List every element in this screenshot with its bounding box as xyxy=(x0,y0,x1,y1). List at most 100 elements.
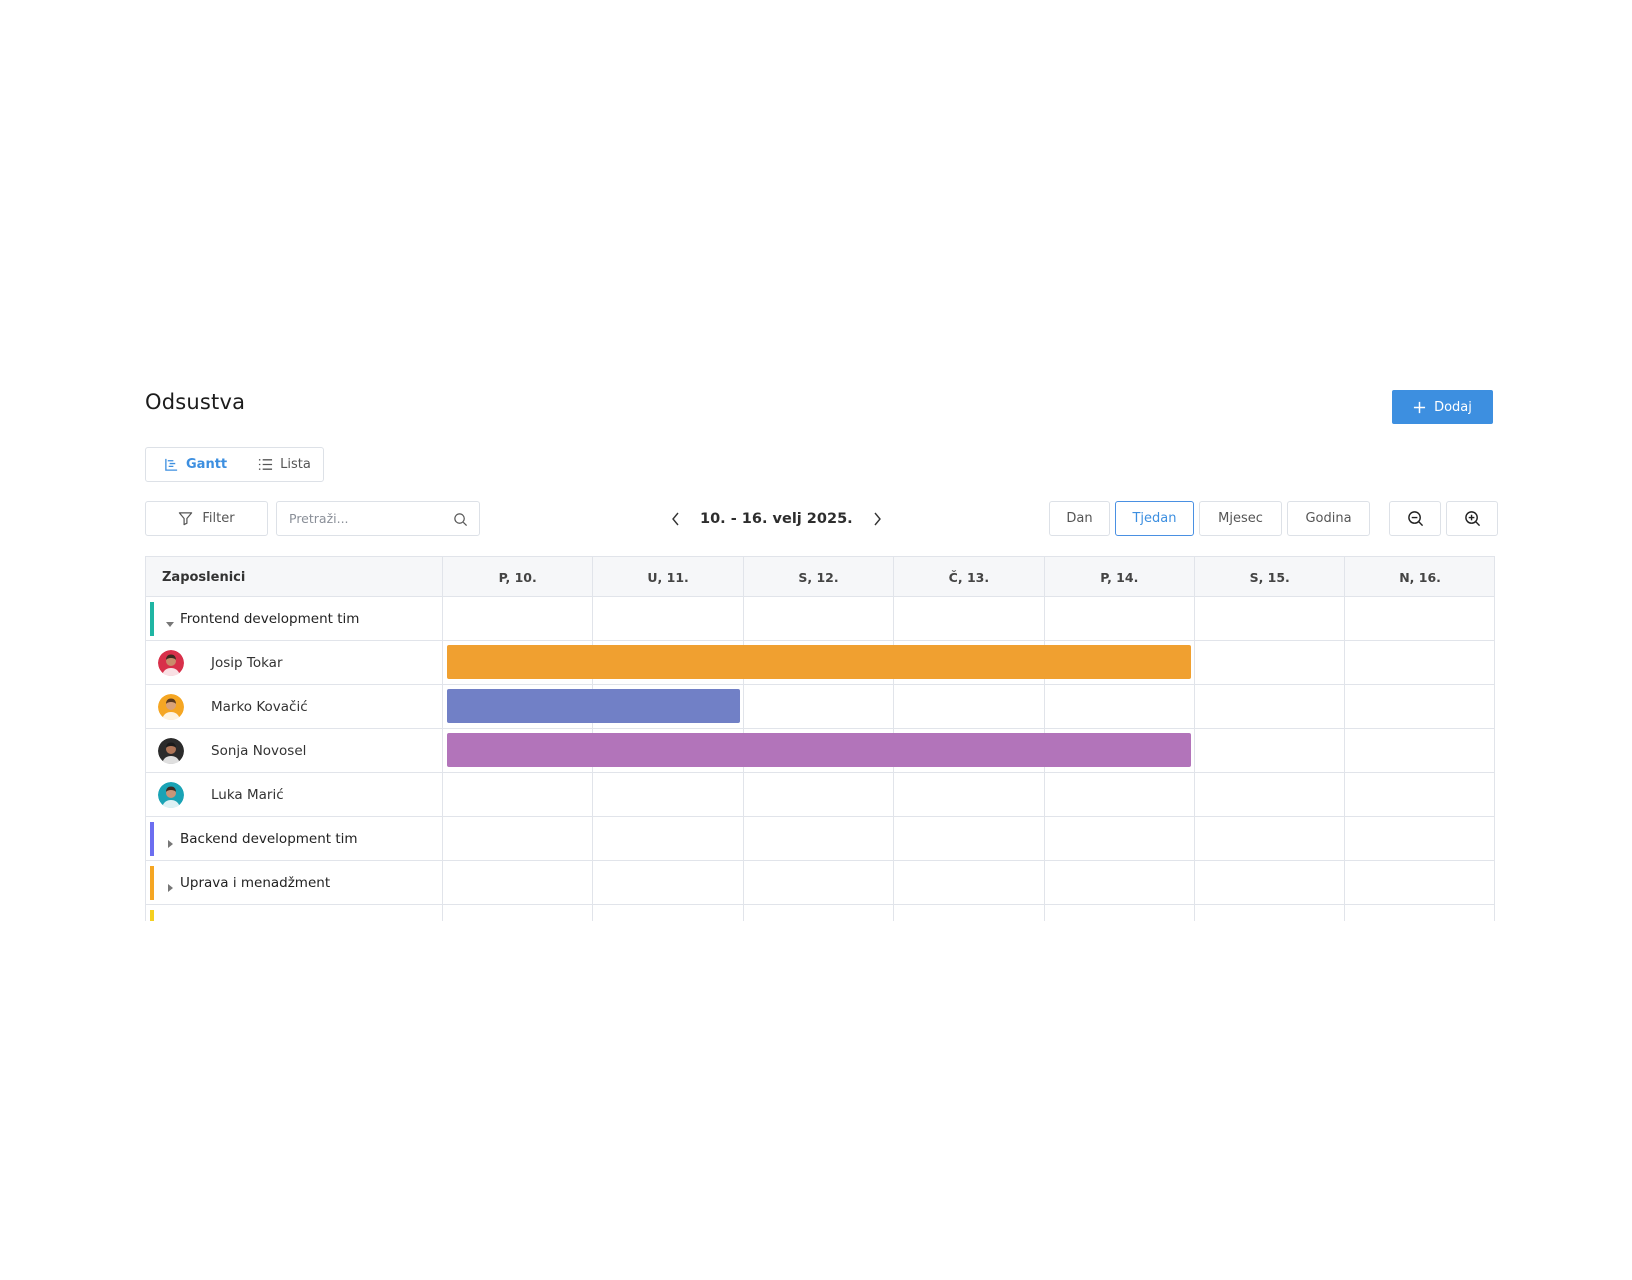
search-input[interactable] xyxy=(277,511,447,526)
day-cell[interactable] xyxy=(1195,641,1346,684)
day-cell[interactable] xyxy=(1195,729,1346,772)
caret-down-icon[interactable] xyxy=(165,614,175,627)
day-cell[interactable] xyxy=(1345,861,1494,904)
day-header: Č, 13. xyxy=(894,557,1045,597)
day-cell[interactable] xyxy=(744,817,895,860)
day-cell[interactable] xyxy=(894,597,1045,640)
group-color-marker xyxy=(150,910,154,921)
day-cell[interactable] xyxy=(1045,597,1195,640)
filter-label: Filter xyxy=(202,511,235,526)
group-row[interactable]: Backend development tim xyxy=(146,817,1494,861)
group-row-header[interactable]: Frontend development tim xyxy=(146,597,443,640)
day-cell[interactable] xyxy=(1195,685,1346,728)
day-cell[interactable] xyxy=(593,861,744,904)
employee-row-header: Sonja Novosel xyxy=(146,729,443,772)
tab-lista[interactable]: Lista xyxy=(240,448,324,481)
filter-button[interactable]: Filter xyxy=(145,501,268,536)
day-cell[interactable] xyxy=(443,861,594,904)
day-cell[interactable] xyxy=(1045,685,1195,728)
scale-selector: Dan Tjedan Mjesec Godina xyxy=(1049,501,1370,536)
avatar xyxy=(158,738,184,764)
group-row-header[interactable]: Uprava i menadžment xyxy=(146,861,443,904)
caret-right-icon[interactable] xyxy=(165,834,175,848)
day-cell[interactable] xyxy=(744,597,895,640)
employee-row: Luka Marić xyxy=(146,773,1494,817)
day-cell[interactable] xyxy=(1195,773,1346,816)
day-cell[interactable] xyxy=(1345,817,1494,860)
absence-bar[interactable] xyxy=(447,645,1191,679)
day-cell[interactable] xyxy=(744,773,895,816)
day-cell[interactable] xyxy=(1195,597,1346,640)
day-cell[interactable] xyxy=(744,905,895,921)
group-row[interactable]: Uprava i menadžment xyxy=(146,861,1494,905)
day-cell[interactable] xyxy=(593,773,744,816)
day-header: N, 16. xyxy=(1345,557,1494,597)
day-cell[interactable] xyxy=(894,685,1045,728)
zoom-in-button[interactable] xyxy=(1446,501,1498,536)
day-cell[interactable] xyxy=(593,817,744,860)
day-cell[interactable] xyxy=(744,861,895,904)
absence-bar[interactable] xyxy=(447,689,740,723)
group-label: Frontend development tim xyxy=(180,610,360,627)
day-cell[interactable] xyxy=(1195,817,1346,860)
day-header: S, 12. xyxy=(744,557,895,597)
day-cell[interactable] xyxy=(443,905,594,921)
employee-name: Marko Kovačić xyxy=(211,698,308,715)
group-row-header[interactable]: Marketing tim xyxy=(146,905,443,921)
scale-tjedan-button[interactable]: Tjedan xyxy=(1115,501,1194,536)
plus-icon xyxy=(1414,401,1426,413)
day-cell[interactable] xyxy=(1345,597,1494,640)
avatar xyxy=(158,650,184,676)
search-box xyxy=(276,501,480,536)
day-cell[interactable] xyxy=(894,861,1045,904)
search-icon[interactable] xyxy=(453,512,468,527)
view-switch: Gantt Lista xyxy=(145,447,324,482)
previous-week-button[interactable] xyxy=(664,503,688,534)
employee-name: Sonja Novosel xyxy=(211,742,307,759)
tab-gantt[interactable]: Gantt xyxy=(146,448,240,481)
tab-gantt-label: Gantt xyxy=(186,457,228,472)
day-cell[interactable] xyxy=(1345,685,1494,728)
day-cell[interactable] xyxy=(1195,905,1346,921)
day-cell[interactable] xyxy=(1195,861,1346,904)
day-cell[interactable] xyxy=(1045,773,1195,816)
group-label: Backend development tim xyxy=(180,830,358,847)
day-header: P, 10. xyxy=(443,557,594,597)
day-cell[interactable] xyxy=(443,597,594,640)
day-cell[interactable] xyxy=(1345,729,1494,772)
employee-row: Sonja Novosel xyxy=(146,729,1494,773)
zoom-out-button[interactable] xyxy=(1389,501,1441,536)
group-row-header[interactable]: Backend development tim xyxy=(146,817,443,860)
tab-lista-label: Lista xyxy=(280,457,311,472)
day-cell[interactable] xyxy=(443,817,594,860)
scale-godina-button[interactable]: Godina xyxy=(1287,501,1370,536)
day-cell[interactable] xyxy=(894,773,1045,816)
gantt-header: Zaposlenici P, 10. U, 11. S, 12. Č, 13. P, 1… xyxy=(146,557,1494,597)
day-cell[interactable] xyxy=(443,773,594,816)
absence-bar[interactable] xyxy=(447,733,1191,767)
day-cell[interactable] xyxy=(894,905,1045,921)
scale-dan-button[interactable]: Dan xyxy=(1049,501,1110,536)
caret-right-icon[interactable] xyxy=(165,878,175,892)
filter-icon xyxy=(179,512,193,526)
add-button-label: Dodaj xyxy=(1434,399,1472,415)
day-cell[interactable] xyxy=(744,685,895,728)
day-cell[interactable] xyxy=(593,597,744,640)
page-title: Odsustva xyxy=(145,390,246,414)
group-label: Uprava i menadžment xyxy=(180,874,331,891)
group-row[interactable]: Frontend development tim xyxy=(146,597,1494,641)
add-button[interactable]: Dodaj xyxy=(1392,390,1493,424)
scale-mjesec-button[interactable]: Mjesec xyxy=(1199,501,1282,536)
next-week-button[interactable] xyxy=(865,503,889,534)
day-cell[interactable] xyxy=(1045,905,1195,921)
employee-row: Josip Tokar xyxy=(146,641,1494,685)
day-cell[interactable] xyxy=(1045,817,1195,860)
day-cell[interactable] xyxy=(894,817,1045,860)
day-cell[interactable] xyxy=(1345,905,1494,921)
day-cell[interactable] xyxy=(1345,773,1494,816)
day-cell[interactable] xyxy=(593,905,744,921)
day-cell[interactable] xyxy=(1345,641,1494,684)
employee-row: Marko Kovačić xyxy=(146,685,1494,729)
group-row[interactable]: Marketing tim xyxy=(146,905,1494,921)
day-cell[interactable] xyxy=(1045,861,1195,904)
